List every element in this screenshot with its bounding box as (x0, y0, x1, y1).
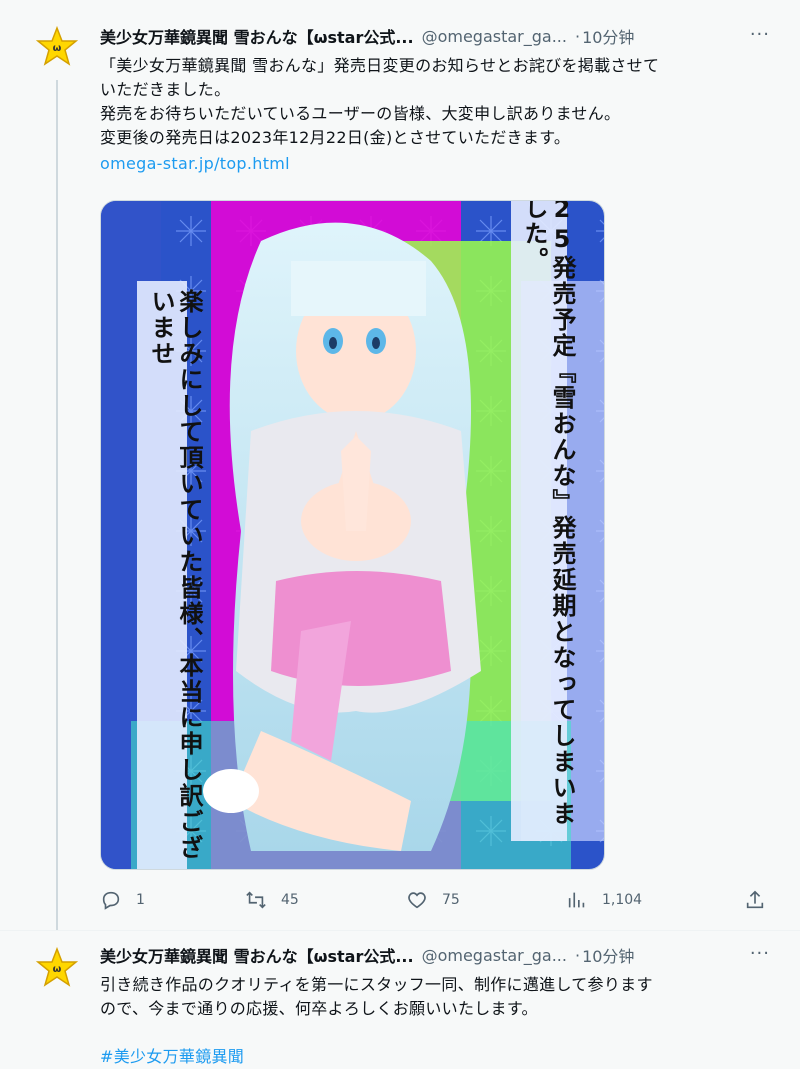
text-line: 「美少女万華鏡異聞 雪おんな」発売日変更のお知らせとお詫びを掲載させて (100, 56, 660, 75)
hashtag-link[interactable]: #美少女万華鏡異聞 (100, 1045, 780, 1069)
thread-line (56, 80, 58, 942)
image-text-left: 楽しみにして頂いていた皆様、本当に申し訳ございませ (147, 289, 203, 861)
timestamp[interactable]: 10分钟 (582, 943, 634, 967)
author-handle[interactable]: @omegastar_ga... (422, 946, 567, 965)
tweet-link[interactable]: omega-star.jp/top.html (100, 152, 780, 176)
tweet-2[interactable]: ω 美少女万華鏡異聞 雪おんな【ωstar公式... @omegastar_ga… (0, 931, 800, 1069)
reply-button[interactable]: 1 (100, 889, 145, 911)
tweet-text: 「美少女万華鏡異聞 雪おんな」発売日変更のお知らせとお詫びを掲載させて いただき… (100, 54, 780, 176)
svg-text:ω: ω (53, 43, 62, 54)
text-line: 発売をお待ちいただいているユーザーの皆様、大変申し訳ありません。 (100, 104, 621, 123)
more-options-icon[interactable]: ··· (750, 943, 770, 964)
avatar[interactable]: ω (36, 947, 78, 989)
share-icon (746, 890, 764, 909)
like-count: 75 (442, 892, 460, 908)
retweet-count: 45 (281, 892, 299, 908)
share-button[interactable] (744, 889, 766, 911)
views-count: 1,104 (602, 892, 643, 908)
star-logo-icon: ω (36, 26, 78, 66)
retweet-icon (246, 891, 266, 909)
views-button[interactable]: 1,104 (566, 889, 642, 911)
timestamp[interactable]: 10分钟 (582, 24, 634, 48)
image-text-right: 25発売予定『雪おんな』発売延期となってしまいました。 (520, 200, 576, 827)
separator-dot: · (574, 26, 581, 46)
text-line: 変更後の発売日は2023年12月22日(金)とさせていただきます。 (100, 128, 571, 147)
star-logo-icon: ω (36, 947, 78, 987)
views-icon (568, 892, 585, 908)
text-line: いただきました。 (100, 80, 231, 99)
author-handle[interactable]: @omegastar_ga... (422, 27, 567, 46)
like-icon (408, 892, 426, 909)
tweet-actions: 1 45 75 1,104 (100, 886, 780, 914)
like-button[interactable]: 75 (406, 889, 460, 911)
separator-dot: · (574, 945, 581, 965)
text-line: 引き続き作品のクオリティを第一にスタッフ一同、制作に邁進して参ります (100, 975, 653, 994)
tweet-1[interactable]: ω 美少女万華鏡異聞 雪おんな【ωstar公式... @omegastar_ga… (0, 0, 800, 942)
author-name[interactable]: 美少女万華鏡異聞 雪おんな【ωstar公式... (100, 943, 414, 967)
avatar[interactable]: ω (36, 26, 78, 68)
svg-text:ω: ω (53, 964, 62, 975)
more-options-icon[interactable]: ··· (750, 24, 770, 45)
text-line: ので、今まで通りの応援、何卒よろしくお願いいたします。 (100, 999, 538, 1018)
retweet-button[interactable]: 45 (245, 889, 299, 911)
tweet-header: 美少女万華鏡異聞 雪おんな【ωstar公式... @omegastar_ga..… (100, 943, 780, 967)
tweet-text: 引き続き作品のクオリティを第一にスタッフ一同、制作に邁進して参ります ので、今ま… (100, 973, 780, 1069)
reply-count: 1 (136, 892, 145, 908)
reply-icon (102, 891, 120, 910)
author-name[interactable]: 美少女万華鏡異聞 雪おんな【ωstar公式... (100, 24, 414, 48)
tweet-header: 美少女万華鏡異聞 雪おんな【ωstar公式... @omegastar_ga..… (100, 24, 780, 48)
tweet-image[interactable]: 25発売予定『雪おんな』発売延期となってしまいました。 楽しみにして頂いていた皆… (100, 200, 605, 870)
